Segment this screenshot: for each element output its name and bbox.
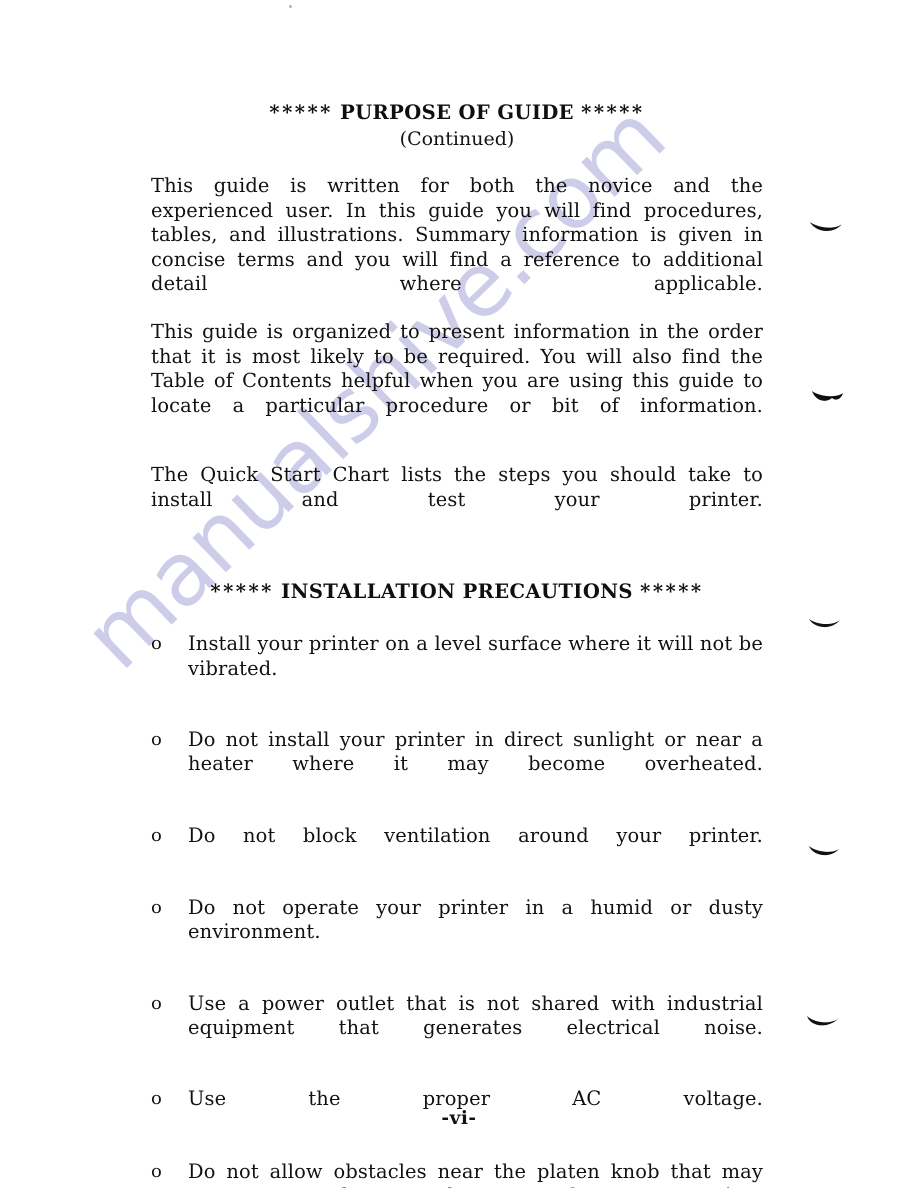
heading-stars-left: ***** [269,101,333,124]
list-item: o Install your printer on a level surfac… [151,632,763,706]
precautions-stars-right: ***** [640,580,704,603]
precautions-list: o Install your printer on a level surfac… [151,632,763,1188]
list-item: o Do not allow obstacles near the platen… [151,1160,763,1188]
bullet-marker-icon: o [151,824,162,846]
heading-stars-right: ***** [581,101,645,124]
precautions-stars-left: ***** [210,580,274,603]
list-item-text: Do not block ventilation around your pri… [188,823,763,847]
list-item-text: Use a power outlet that is not shared wi… [188,991,763,1040]
bullet-marker-icon: o [151,1160,162,1182]
list-item: o Do not block ventilation around your p… [151,824,763,873]
purpose-paragraph-2: This guide is organized to present infor… [151,320,763,417]
scanned-document-page: manualshive.com ***** PURPOSE OF GUIDE *… [0,0,918,1188]
page-content: ***** PURPOSE OF GUIDE ***** (Continued)… [0,0,918,1188]
purpose-of-guide-subheading: (Continued) [399,128,515,150]
list-item-text: Do not install your printer in direct su… [188,727,763,776]
page-number: -vi- [441,1108,477,1129]
bullet-marker-icon: o [151,896,162,918]
bullet-marker-icon: o [151,633,162,654]
bullet-marker-icon: o [151,728,162,750]
bullet-marker-icon: o [151,992,162,1014]
installation-precautions-heading: ***** INSTALLATION PRECAUTIONS ***** [151,580,763,603]
list-item-text: Do not allow obstacles near the platen k… [188,1159,763,1188]
list-item-text: Do not operate your printer in a humid o… [188,895,763,944]
purpose-paragraph-3: The Quick Start Chart lists the steps yo… [151,463,763,511]
list-item: o Use a power outlet that is not shared … [151,992,763,1066]
list-item: o Do not operate your printer in a humid… [151,896,763,970]
purpose-paragraph-1: This guide is written for both the novic… [151,174,763,296]
precautions-title-text: INSTALLATION PRECAUTIONS [281,580,633,603]
list-item-text: Install your printer on a level surface … [188,632,763,680]
heading-title-text: PURPOSE OF GUIDE [340,101,574,124]
purpose-of-guide-heading: ***** PURPOSE OF GUIDE ***** [151,101,763,124]
list-item: o Do not install your printer in direct … [151,728,763,802]
